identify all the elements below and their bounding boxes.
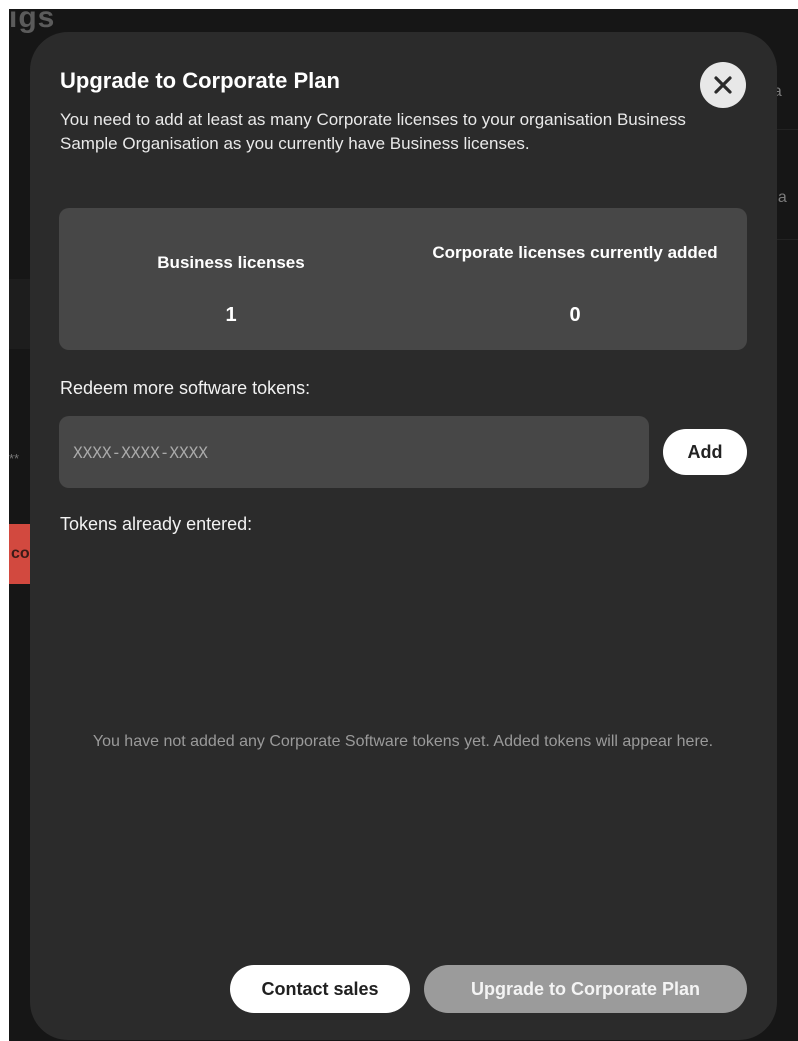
- business-licenses-label: Business licenses: [157, 252, 305, 272]
- corporate-licenses-label: Corporate licenses currently added: [432, 242, 718, 262]
- close-icon: [714, 76, 732, 94]
- empty-tokens-message: You have not added any Corporate Softwar…: [92, 733, 714, 750]
- business-licenses-column: Business licenses 1: [59, 208, 403, 350]
- background-masked-text: **: [9, 451, 20, 466]
- modal-title: Upgrade to Corporate Plan: [60, 68, 340, 93]
- token-input[interactable]: [59, 416, 649, 488]
- add-token-button[interactable]: Add: [663, 429, 747, 475]
- upgrade-modal: Upgrade to Corporate Plan You need to ad…: [30, 32, 777, 1040]
- upgrade-button[interactable]: Upgrade to Corporate Plan: [424, 965, 747, 1013]
- tokens-entered-label: Tokens already entered:: [60, 514, 253, 534]
- license-summary-panel: Business licenses 1 Corporate licenses c…: [59, 208, 747, 350]
- close-button[interactable]: [700, 62, 746, 108]
- modal-description: You need to add at least as many Corpora…: [60, 110, 686, 153]
- page-title-fragment: igs: [9, 9, 56, 34]
- corporate-licenses-column: Corporate licenses currently added 0: [403, 208, 747, 350]
- contact-sales-button[interactable]: Contact sales: [230, 965, 410, 1013]
- redeem-tokens-label: Redeem more software tokens:: [60, 378, 311, 398]
- corporate-licenses-value: 0: [569, 304, 581, 326]
- business-licenses-value: 1: [225, 304, 237, 326]
